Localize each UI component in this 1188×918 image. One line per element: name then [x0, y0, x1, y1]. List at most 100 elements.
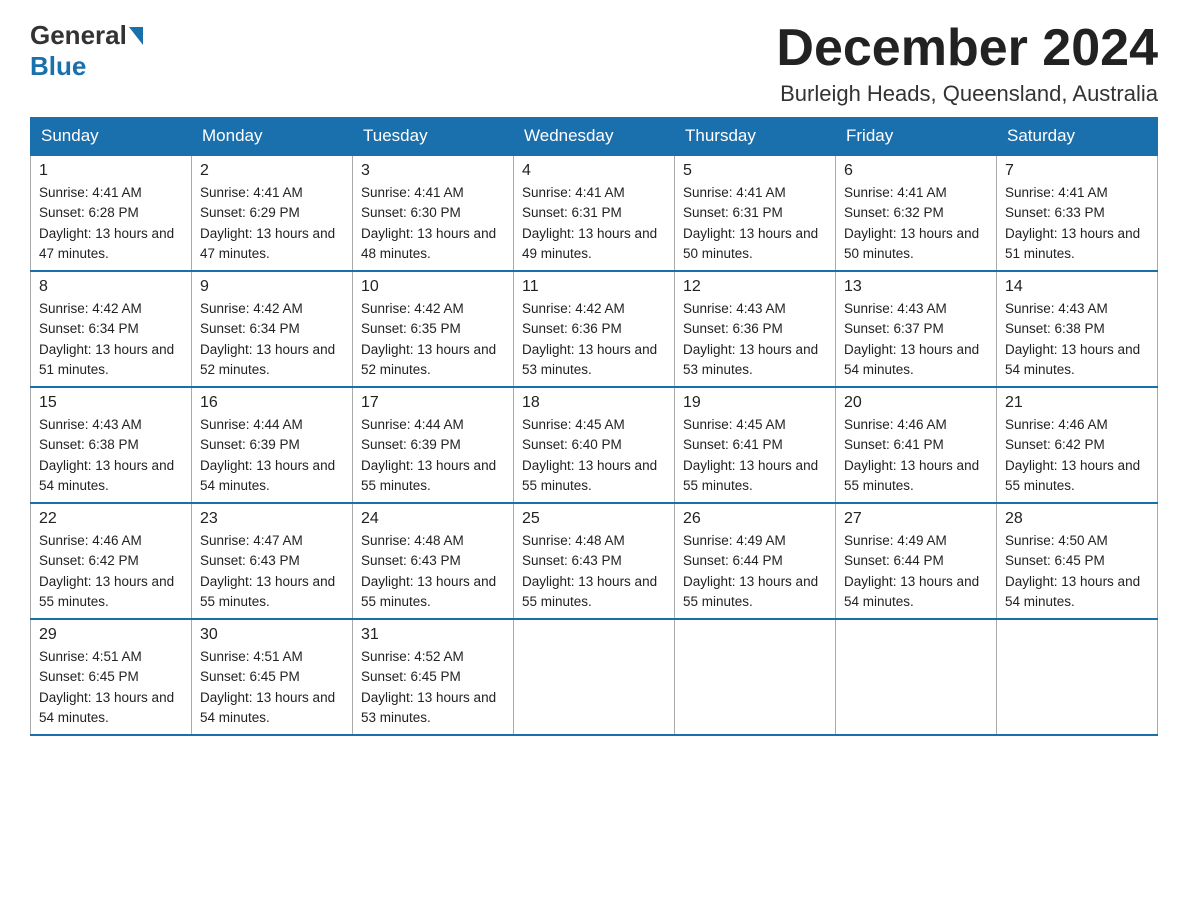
calendar-week-2: 8 Sunrise: 4:42 AMSunset: 6:34 PMDayligh…	[31, 271, 1158, 387]
calendar-week-3: 15 Sunrise: 4:43 AMSunset: 6:38 PMDaylig…	[31, 387, 1158, 503]
day-number: 15	[39, 394, 183, 412]
day-number: 1	[39, 162, 183, 180]
day-info: Sunrise: 4:51 AMSunset: 6:45 PMDaylight:…	[39, 647, 183, 728]
calendar-cell	[997, 619, 1158, 735]
calendar-cell	[675, 619, 836, 735]
calendar-week-5: 29 Sunrise: 4:51 AMSunset: 6:45 PMDaylig…	[31, 619, 1158, 735]
calendar-cell	[836, 619, 997, 735]
calendar-cell: 12 Sunrise: 4:43 AMSunset: 6:36 PMDaylig…	[675, 271, 836, 387]
day-info: Sunrise: 4:49 AMSunset: 6:44 PMDaylight:…	[683, 531, 827, 612]
weekday-header-monday: Monday	[192, 118, 353, 156]
day-info: Sunrise: 4:41 AMSunset: 6:28 PMDaylight:…	[39, 183, 183, 264]
calendar-cell: 26 Sunrise: 4:49 AMSunset: 6:44 PMDaylig…	[675, 503, 836, 619]
calendar-cell: 7 Sunrise: 4:41 AMSunset: 6:33 PMDayligh…	[997, 155, 1158, 271]
day-info: Sunrise: 4:45 AMSunset: 6:41 PMDaylight:…	[683, 415, 827, 496]
day-info: Sunrise: 4:45 AMSunset: 6:40 PMDaylight:…	[522, 415, 666, 496]
location-title: Burleigh Heads, Queensland, Australia	[776, 81, 1158, 107]
day-number: 17	[361, 394, 505, 412]
calendar-cell: 11 Sunrise: 4:42 AMSunset: 6:36 PMDaylig…	[514, 271, 675, 387]
day-number: 25	[522, 510, 666, 528]
weekday-header-saturday: Saturday	[997, 118, 1158, 156]
calendar-cell: 16 Sunrise: 4:44 AMSunset: 6:39 PMDaylig…	[192, 387, 353, 503]
logo-general-text: General	[30, 20, 127, 51]
day-number: 27	[844, 510, 988, 528]
day-number: 14	[1005, 278, 1149, 296]
calendar-cell: 14 Sunrise: 4:43 AMSunset: 6:38 PMDaylig…	[997, 271, 1158, 387]
calendar-cell: 1 Sunrise: 4:41 AMSunset: 6:28 PMDayligh…	[31, 155, 192, 271]
day-number: 4	[522, 162, 666, 180]
calendar-cell: 8 Sunrise: 4:42 AMSunset: 6:34 PMDayligh…	[31, 271, 192, 387]
calendar-cell: 9 Sunrise: 4:42 AMSunset: 6:34 PMDayligh…	[192, 271, 353, 387]
day-info: Sunrise: 4:42 AMSunset: 6:36 PMDaylight:…	[522, 299, 666, 380]
day-info: Sunrise: 4:42 AMSunset: 6:35 PMDaylight:…	[361, 299, 505, 380]
calendar-cell: 6 Sunrise: 4:41 AMSunset: 6:32 PMDayligh…	[836, 155, 997, 271]
day-number: 18	[522, 394, 666, 412]
day-info: Sunrise: 4:42 AMSunset: 6:34 PMDaylight:…	[39, 299, 183, 380]
day-info: Sunrise: 4:43 AMSunset: 6:38 PMDaylight:…	[1005, 299, 1149, 380]
day-info: Sunrise: 4:41 AMSunset: 6:32 PMDaylight:…	[844, 183, 988, 264]
day-number: 8	[39, 278, 183, 296]
calendar-cell: 25 Sunrise: 4:48 AMSunset: 6:43 PMDaylig…	[514, 503, 675, 619]
calendar-cell	[514, 619, 675, 735]
day-info: Sunrise: 4:43 AMSunset: 6:38 PMDaylight:…	[39, 415, 183, 496]
weekday-header-tuesday: Tuesday	[353, 118, 514, 156]
day-info: Sunrise: 4:50 AMSunset: 6:45 PMDaylight:…	[1005, 531, 1149, 612]
calendar-cell: 29 Sunrise: 4:51 AMSunset: 6:45 PMDaylig…	[31, 619, 192, 735]
calendar-cell: 22 Sunrise: 4:46 AMSunset: 6:42 PMDaylig…	[31, 503, 192, 619]
calendar-cell: 21 Sunrise: 4:46 AMSunset: 6:42 PMDaylig…	[997, 387, 1158, 503]
day-info: Sunrise: 4:41 AMSunset: 6:30 PMDaylight:…	[361, 183, 505, 264]
day-info: Sunrise: 4:43 AMSunset: 6:36 PMDaylight:…	[683, 299, 827, 380]
day-number: 29	[39, 626, 183, 644]
day-info: Sunrise: 4:49 AMSunset: 6:44 PMDaylight:…	[844, 531, 988, 612]
calendar-cell: 19 Sunrise: 4:45 AMSunset: 6:41 PMDaylig…	[675, 387, 836, 503]
day-info: Sunrise: 4:46 AMSunset: 6:42 PMDaylight:…	[1005, 415, 1149, 496]
calendar-cell: 30 Sunrise: 4:51 AMSunset: 6:45 PMDaylig…	[192, 619, 353, 735]
calendar-cell: 4 Sunrise: 4:41 AMSunset: 6:31 PMDayligh…	[514, 155, 675, 271]
month-title: December 2024	[776, 20, 1158, 77]
day-number: 24	[361, 510, 505, 528]
day-number: 10	[361, 278, 505, 296]
calendar-cell: 20 Sunrise: 4:46 AMSunset: 6:41 PMDaylig…	[836, 387, 997, 503]
day-number: 16	[200, 394, 344, 412]
calendar-header-row: SundayMondayTuesdayWednesdayThursdayFrid…	[31, 118, 1158, 156]
day-number: 31	[361, 626, 505, 644]
weekday-header-sunday: Sunday	[31, 118, 192, 156]
calendar-cell: 2 Sunrise: 4:41 AMSunset: 6:29 PMDayligh…	[192, 155, 353, 271]
day-info: Sunrise: 4:51 AMSunset: 6:45 PMDaylight:…	[200, 647, 344, 728]
logo: General Blue	[30, 20, 145, 82]
day-number: 19	[683, 394, 827, 412]
calendar-table: SundayMondayTuesdayWednesdayThursdayFrid…	[30, 117, 1158, 736]
day-number: 9	[200, 278, 344, 296]
day-number: 11	[522, 278, 666, 296]
logo-blue-text: Blue	[30, 51, 86, 81]
day-number: 12	[683, 278, 827, 296]
day-number: 20	[844, 394, 988, 412]
day-info: Sunrise: 4:46 AMSunset: 6:41 PMDaylight:…	[844, 415, 988, 496]
logo-arrow-icon	[129, 27, 143, 45]
weekday-header-friday: Friday	[836, 118, 997, 156]
day-number: 21	[1005, 394, 1149, 412]
day-number: 30	[200, 626, 344, 644]
day-number: 22	[39, 510, 183, 528]
day-info: Sunrise: 4:52 AMSunset: 6:45 PMDaylight:…	[361, 647, 505, 728]
title-area: December 2024 Burleigh Heads, Queensland…	[776, 20, 1158, 107]
day-info: Sunrise: 4:41 AMSunset: 6:31 PMDaylight:…	[683, 183, 827, 264]
day-info: Sunrise: 4:41 AMSunset: 6:31 PMDaylight:…	[522, 183, 666, 264]
day-number: 5	[683, 162, 827, 180]
day-number: 3	[361, 162, 505, 180]
calendar-cell: 5 Sunrise: 4:41 AMSunset: 6:31 PMDayligh…	[675, 155, 836, 271]
calendar-cell: 15 Sunrise: 4:43 AMSunset: 6:38 PMDaylig…	[31, 387, 192, 503]
day-info: Sunrise: 4:46 AMSunset: 6:42 PMDaylight:…	[39, 531, 183, 612]
day-info: Sunrise: 4:42 AMSunset: 6:34 PMDaylight:…	[200, 299, 344, 380]
calendar-cell: 23 Sunrise: 4:47 AMSunset: 6:43 PMDaylig…	[192, 503, 353, 619]
weekday-header-wednesday: Wednesday	[514, 118, 675, 156]
calendar-cell: 10 Sunrise: 4:42 AMSunset: 6:35 PMDaylig…	[353, 271, 514, 387]
calendar-week-1: 1 Sunrise: 4:41 AMSunset: 6:28 PMDayligh…	[31, 155, 1158, 271]
day-info: Sunrise: 4:48 AMSunset: 6:43 PMDaylight:…	[361, 531, 505, 612]
day-number: 13	[844, 278, 988, 296]
day-info: Sunrise: 4:44 AMSunset: 6:39 PMDaylight:…	[200, 415, 344, 496]
calendar-cell: 28 Sunrise: 4:50 AMSunset: 6:45 PMDaylig…	[997, 503, 1158, 619]
calendar-cell: 31 Sunrise: 4:52 AMSunset: 6:45 PMDaylig…	[353, 619, 514, 735]
day-number: 23	[200, 510, 344, 528]
day-number: 6	[844, 162, 988, 180]
